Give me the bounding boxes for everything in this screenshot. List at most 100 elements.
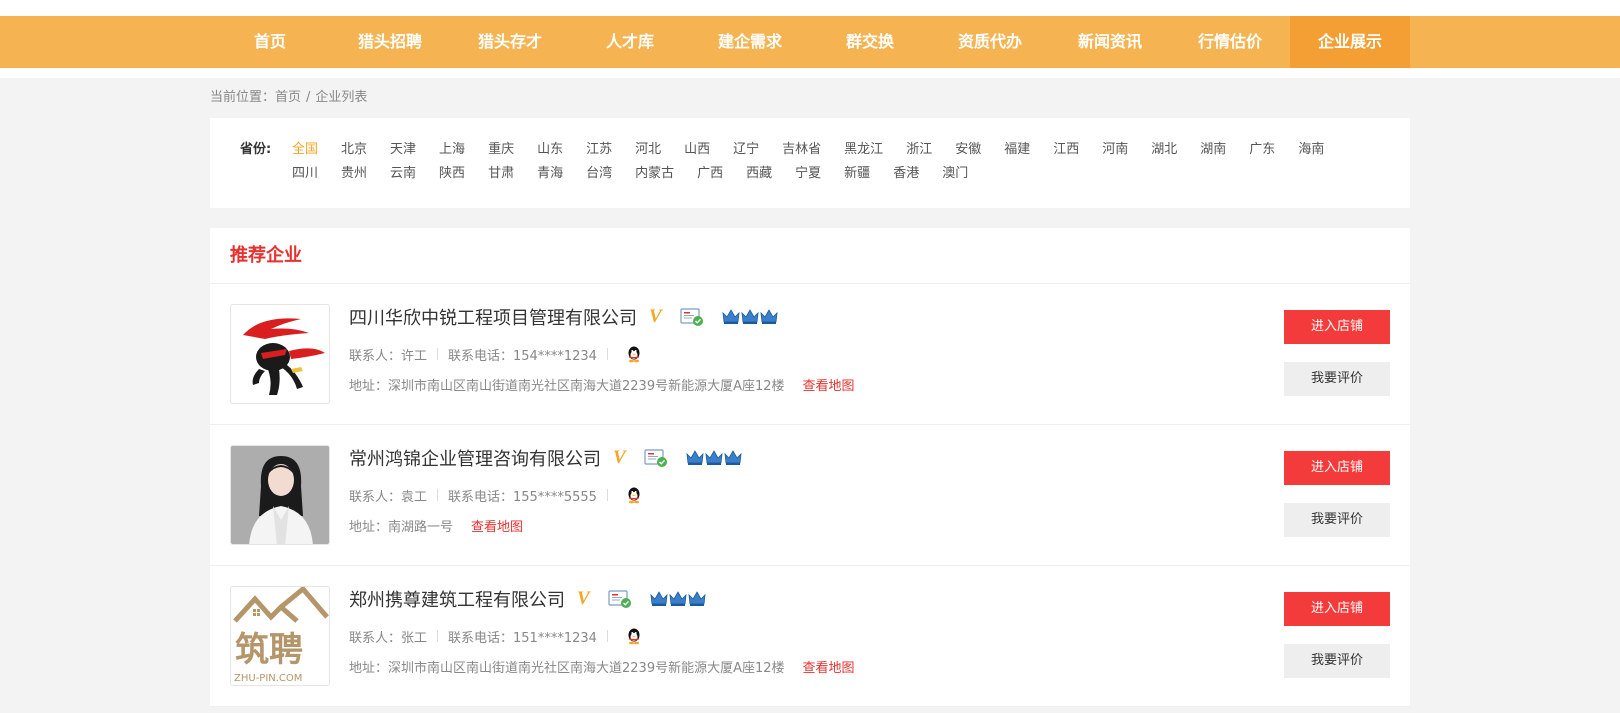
nav-gap	[0, 68, 1620, 78]
recommended-panel: 推荐企业 四川华欣中锐工程项目管理有限公司 V 联系人：许工 联系电话：154*…	[210, 228, 1410, 707]
province-option[interactable]: 江西	[1053, 138, 1079, 162]
nav-item-headhunt-jobs[interactable]: 猎头招聘	[330, 16, 450, 68]
province-option[interactable]: 辽宁	[733, 138, 759, 162]
breadcrumb-current: 企业列表	[315, 90, 368, 105]
province-option[interactable]: 陕西	[439, 162, 465, 186]
company-actions: 进入店铺 我要评价	[1284, 451, 1390, 537]
divider	[437, 489, 439, 501]
evaluate-button[interactable]: 我要评价	[1284, 503, 1390, 537]
certificate-icon	[608, 590, 631, 608]
province-option[interactable]: 宁夏	[795, 162, 821, 186]
address-row: 地址：南湖路一号 查看地图	[349, 518, 743, 538]
province-option[interactable]: 香港	[893, 162, 919, 186]
contact-phone: 联系电话：155****5555	[448, 489, 597, 505]
province-option[interactable]: 贵州	[341, 162, 367, 186]
nav-item-group-exchange[interactable]: 群交换	[810, 16, 930, 68]
province-option[interactable]: 台湾	[586, 162, 612, 186]
company-logo[interactable]: 筑聘 ZHU-PIN.COM	[230, 586, 330, 686]
contact-person: 联系人：张工	[349, 630, 428, 646]
company-name[interactable]: 常州鸿锦企业管理咨询有限公司	[349, 445, 601, 471]
province-option[interactable]: 青海	[537, 162, 563, 186]
province-option[interactable]: 江苏	[586, 138, 612, 162]
crown-icon	[688, 591, 706, 606]
person-photo-icon	[231, 446, 329, 544]
crown-icon	[741, 309, 759, 324]
evaluate-button[interactable]: 我要评价	[1284, 362, 1390, 396]
contact-phone: 联系电话：151****1234	[448, 630, 597, 646]
province-option[interactable]: 上海	[439, 138, 465, 162]
nav-item-home[interactable]: 首页	[210, 16, 330, 68]
province-option[interactable]: 新疆	[844, 162, 870, 186]
province-option[interactable]: 重庆	[488, 138, 514, 162]
nav-item-enterprise-needs[interactable]: 建企需求	[690, 16, 810, 68]
divider	[606, 630, 608, 642]
breadcrumb-home-link[interactable]: 首页	[275, 90, 301, 105]
company-name-row: 郑州携尊建筑工程有限公司 V	[349, 584, 855, 614]
company-item: 四川华欣中锐工程项目管理有限公司 V 联系人：许工 联系电话：154****12…	[210, 284, 1410, 425]
province-list: 全国 北京 天津 上海 重庆 山东 江苏 河北 山西 辽宁 吉林省 黑龙江 浙江 安徽 福建 江西 河南 湖北 湖南…	[292, 138, 1380, 186]
crown-icon	[650, 591, 668, 606]
view-map-link[interactable]: 查看地图	[803, 661, 855, 676]
qq-penguin-icon[interactable]	[626, 627, 642, 645]
view-map-link[interactable]: 查看地图	[803, 379, 855, 394]
qq-penguin-icon[interactable]	[626, 486, 642, 504]
province-option[interactable]: 内蒙古	[635, 162, 674, 186]
enter-store-button[interactable]: 进入店铺	[1284, 310, 1390, 344]
company-info: 四川华欣中锐工程项目管理有限公司 V 联系人：许工 联系电话：154****12…	[349, 302, 855, 397]
nav-inner: 首页 猎头招聘 猎头存才 人才库 建企需求 群交换 资质代办 新闻资讯 行情估价…	[210, 16, 1410, 68]
province-filter-label: 省份:	[240, 142, 272, 157]
province-option[interactable]: 澳门	[942, 162, 968, 186]
province-option[interactable]: 西藏	[746, 162, 772, 186]
qq-penguin-icon[interactable]	[626, 345, 642, 363]
divider	[606, 348, 608, 360]
evaluate-button[interactable]: 我要评价	[1284, 644, 1390, 678]
province-option[interactable]: 海南	[1298, 138, 1324, 162]
nav-item-headhunt-talent[interactable]: 猎头存才	[450, 16, 570, 68]
province-option[interactable]: 四川	[292, 162, 318, 186]
company-name[interactable]: 四川华欣中锐工程项目管理有限公司	[349, 304, 637, 330]
province-option[interactable]: 河北	[635, 138, 661, 162]
company-item: 常州鸿锦企业管理咨询有限公司 V 联系人：袁工 联系电话：155****5555…	[210, 425, 1410, 566]
province-option[interactable]: 全国	[292, 138, 318, 162]
crown-icon	[722, 309, 740, 324]
province-option[interactable]: 甘肃	[488, 162, 514, 186]
province-option[interactable]: 安徽	[955, 138, 981, 162]
zhupin-logo-icon: 筑聘 ZHU-PIN.COM	[233, 587, 329, 684]
province-option[interactable]: 广西	[697, 162, 723, 186]
nav-item-enterprise-showcase[interactable]: 企业展示	[1290, 16, 1410, 68]
contact-row: 联系人：许工 联系电话：154****1234	[349, 344, 855, 364]
company-logo[interactable]	[230, 445, 330, 545]
nav-item-talent-pool[interactable]: 人才库	[570, 16, 690, 68]
main-nav: 首页 猎头招聘 猎头存才 人才库 建企需求 群交换 资质代办 新闻资讯 行情估价…	[0, 16, 1620, 68]
province-option[interactable]: 山西	[684, 138, 710, 162]
company-actions: 进入店铺 我要评价	[1284, 310, 1390, 396]
company-logo[interactable]	[230, 304, 330, 404]
province-option[interactable]: 云南	[390, 162, 416, 186]
v-verified-badge: V	[613, 447, 626, 468]
crown-rating	[650, 590, 707, 608]
province-option[interactable]: 河南	[1102, 138, 1128, 162]
company-address: 地址：深圳市南山区南山街道南光社区南海大道2239号新能源大厦A座12楼	[349, 379, 785, 394]
province-option[interactable]: 浙江	[906, 138, 932, 162]
province-option[interactable]: 山东	[537, 138, 563, 162]
company-name[interactable]: 郑州携尊建筑工程有限公司	[349, 586, 565, 612]
province-option[interactable]: 北京	[341, 138, 367, 162]
view-map-link[interactable]: 查看地图	[471, 520, 523, 535]
crown-icon	[760, 309, 778, 324]
enter-store-button[interactable]: 进入店铺	[1284, 451, 1390, 485]
nav-item-qualification[interactable]: 资质代办	[930, 16, 1050, 68]
enter-store-button[interactable]: 进入店铺	[1284, 592, 1390, 626]
province-option[interactable]: 黑龙江	[844, 138, 883, 162]
company-name-row: 四川华欣中锐工程项目管理有限公司 V	[349, 302, 855, 332]
divider	[437, 630, 439, 642]
main-container: 当前位置：首页 / 企业列表 省份: 全国 北京 天津 上海 重庆 山东 江苏 河北 山西 辽宁 吉林省…	[210, 78, 1410, 707]
province-option[interactable]: 湖南	[1200, 138, 1226, 162]
nav-item-news[interactable]: 新闻资讯	[1050, 16, 1170, 68]
province-option[interactable]: 福建	[1004, 138, 1030, 162]
province-option[interactable]: 广东	[1249, 138, 1275, 162]
nav-item-valuation[interactable]: 行情估价	[1170, 16, 1290, 68]
province-option[interactable]: 吉林省	[782, 138, 821, 162]
contact-person: 联系人：许工	[349, 348, 428, 364]
province-option[interactable]: 天津	[390, 138, 416, 162]
province-option[interactable]: 湖北	[1151, 138, 1177, 162]
